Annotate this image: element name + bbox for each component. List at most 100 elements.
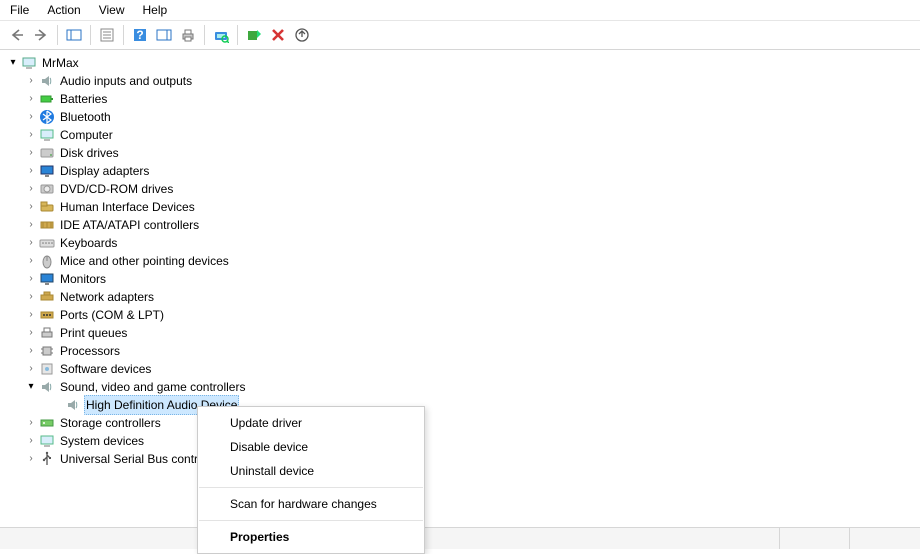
expand-icon[interactable]: › — [24, 198, 38, 216]
tree-category-hid[interactable]: › Human Interface Devices — [2, 198, 918, 216]
category-label: Keyboards — [58, 234, 119, 252]
category-label: Network adapters — [58, 288, 156, 306]
context-scan-hardware[interactable]: Scan for hardware changes — [198, 492, 424, 516]
category-label: Storage controllers — [58, 414, 163, 432]
status-cell — [780, 528, 850, 549]
tree-category-ide[interactable]: › IDE ATA/ATAPI controllers — [2, 216, 918, 234]
category-label: IDE ATA/ATAPI controllers — [58, 216, 201, 234]
enable-button[interactable] — [243, 24, 265, 46]
menu-view[interactable]: View — [99, 3, 125, 17]
category-label: Print queues — [58, 324, 129, 342]
action-button[interactable] — [153, 24, 175, 46]
expand-icon[interactable]: › — [24, 306, 38, 324]
scan-icon — [213, 27, 229, 43]
forward-button[interactable] — [30, 24, 52, 46]
tree-category-mice[interactable]: › Mice and other pointing devices — [2, 252, 918, 270]
menu-file[interactable]: File — [10, 3, 29, 17]
tree-category-keyboards[interactable]: › Keyboards — [2, 234, 918, 252]
tree-category-bluetooth[interactable]: › Bluetooth — [2, 108, 918, 126]
menu-action[interactable]: Action — [47, 3, 80, 17]
expand-icon[interactable]: › — [24, 234, 38, 252]
console-tree-icon — [66, 27, 82, 43]
category-label: Processors — [58, 342, 122, 360]
keyboard-icon — [39, 235, 55, 251]
category-label: Mice and other pointing devices — [58, 252, 231, 270]
tree-device-hd-audio[interactable]: High Definition Audio Device — [2, 396, 918, 414]
toolbar-separator — [90, 25, 91, 45]
show-hide-tree-button[interactable] — [63, 24, 85, 46]
expand-icon[interactable]: › — [24, 342, 38, 360]
tree-category-usb[interactable]: ›Universal Serial Bus controllers — [2, 450, 918, 468]
expand-icon[interactable]: › — [24, 126, 38, 144]
properties-button[interactable] — [96, 24, 118, 46]
context-properties[interactable]: Properties — [198, 525, 424, 549]
tree-category-sound[interactable]: ▾ Sound, video and game controllers — [2, 378, 918, 396]
expand-icon[interactable]: › — [24, 450, 38, 468]
system-icon — [39, 433, 55, 449]
bluetooth-icon — [39, 109, 55, 125]
expand-icon[interactable]: › — [24, 414, 38, 432]
tree-category-computer[interactable]: ›Computer — [2, 126, 918, 144]
toolbar-separator — [57, 25, 58, 45]
expand-icon[interactable]: › — [24, 162, 38, 180]
expand-icon[interactable]: › — [24, 288, 38, 306]
category-label: Human Interface Devices — [58, 198, 197, 216]
update-driver-button[interactable] — [291, 24, 313, 46]
tree-category-storage[interactable]: › Storage controllers — [2, 414, 918, 432]
tree-category-display[interactable]: ›Display adapters — [2, 162, 918, 180]
computer-icon — [21, 55, 37, 71]
tree-category-batteries[interactable]: ›Batteries — [2, 90, 918, 108]
tree-category-disk[interactable]: › Disk drives — [2, 144, 918, 162]
expand-icon[interactable]: › — [24, 432, 38, 450]
back-button[interactable] — [6, 24, 28, 46]
print-button[interactable] — [177, 24, 199, 46]
svg-text:?: ? — [136, 28, 143, 42]
tree-category-system[interactable]: ›System devices — [2, 432, 918, 450]
expand-icon[interactable]: ▾ — [6, 54, 20, 72]
context-disable-device[interactable]: Disable device — [198, 435, 424, 459]
device-tree[interactable]: ▾ MrMax ›Audio inputs and outputs ›Batte… — [0, 50, 920, 472]
expand-icon[interactable]: › — [24, 144, 38, 162]
network-icon — [39, 289, 55, 305]
expand-icon[interactable]: › — [24, 90, 38, 108]
delete-icon — [270, 27, 286, 43]
uninstall-button[interactable] — [267, 24, 289, 46]
tree-category-dvd[interactable]: ›DVD/CD-ROM drives — [2, 180, 918, 198]
expand-icon[interactable]: › — [24, 270, 38, 288]
expand-icon[interactable]: › — [24, 324, 38, 342]
category-label: Bluetooth — [58, 108, 113, 126]
scan-hardware-button[interactable] — [210, 24, 232, 46]
speaker-icon — [65, 397, 81, 413]
expand-icon[interactable]: › — [24, 252, 38, 270]
category-label: Ports (COM & LPT) — [58, 306, 166, 324]
action-pane-icon — [156, 27, 172, 43]
tree-category-monitors[interactable]: ›Monitors — [2, 270, 918, 288]
tree-root[interactable]: ▾ MrMax — [2, 54, 918, 72]
context-uninstall-device[interactable]: Uninstall device — [198, 459, 424, 483]
help-icon: ? — [132, 27, 148, 43]
software-icon — [39, 361, 55, 377]
tree-category-audio[interactable]: ›Audio inputs and outputs — [2, 72, 918, 90]
printer-icon — [39, 325, 55, 341]
expand-icon[interactable]: › — [24, 72, 38, 90]
tree-category-ports[interactable]: › Ports (COM & LPT) — [2, 306, 918, 324]
tree-category-software[interactable]: ›Software devices — [2, 360, 918, 378]
category-label: Disk drives — [58, 144, 121, 162]
speaker-icon — [39, 73, 55, 89]
toolbar-separator — [123, 25, 124, 45]
expand-icon[interactable]: › — [24, 216, 38, 234]
collapse-icon[interactable]: ▾ — [24, 378, 38, 396]
expand-icon[interactable]: › — [24, 180, 38, 198]
context-update-driver[interactable]: Update driver — [198, 411, 424, 435]
menu-help[interactable]: Help — [143, 3, 168, 17]
help-button[interactable]: ? — [129, 24, 151, 46]
pc-icon — [39, 127, 55, 143]
context-menu-separator — [199, 487, 423, 488]
speaker-icon — [39, 379, 55, 395]
expand-icon[interactable]: › — [24, 360, 38, 378]
tree-category-network[interactable]: › Network adapters — [2, 288, 918, 306]
battery-icon — [39, 91, 55, 107]
tree-category-printq[interactable]: › Print queues — [2, 324, 918, 342]
expand-icon[interactable]: › — [24, 108, 38, 126]
tree-category-processors[interactable]: › Processors — [2, 342, 918, 360]
